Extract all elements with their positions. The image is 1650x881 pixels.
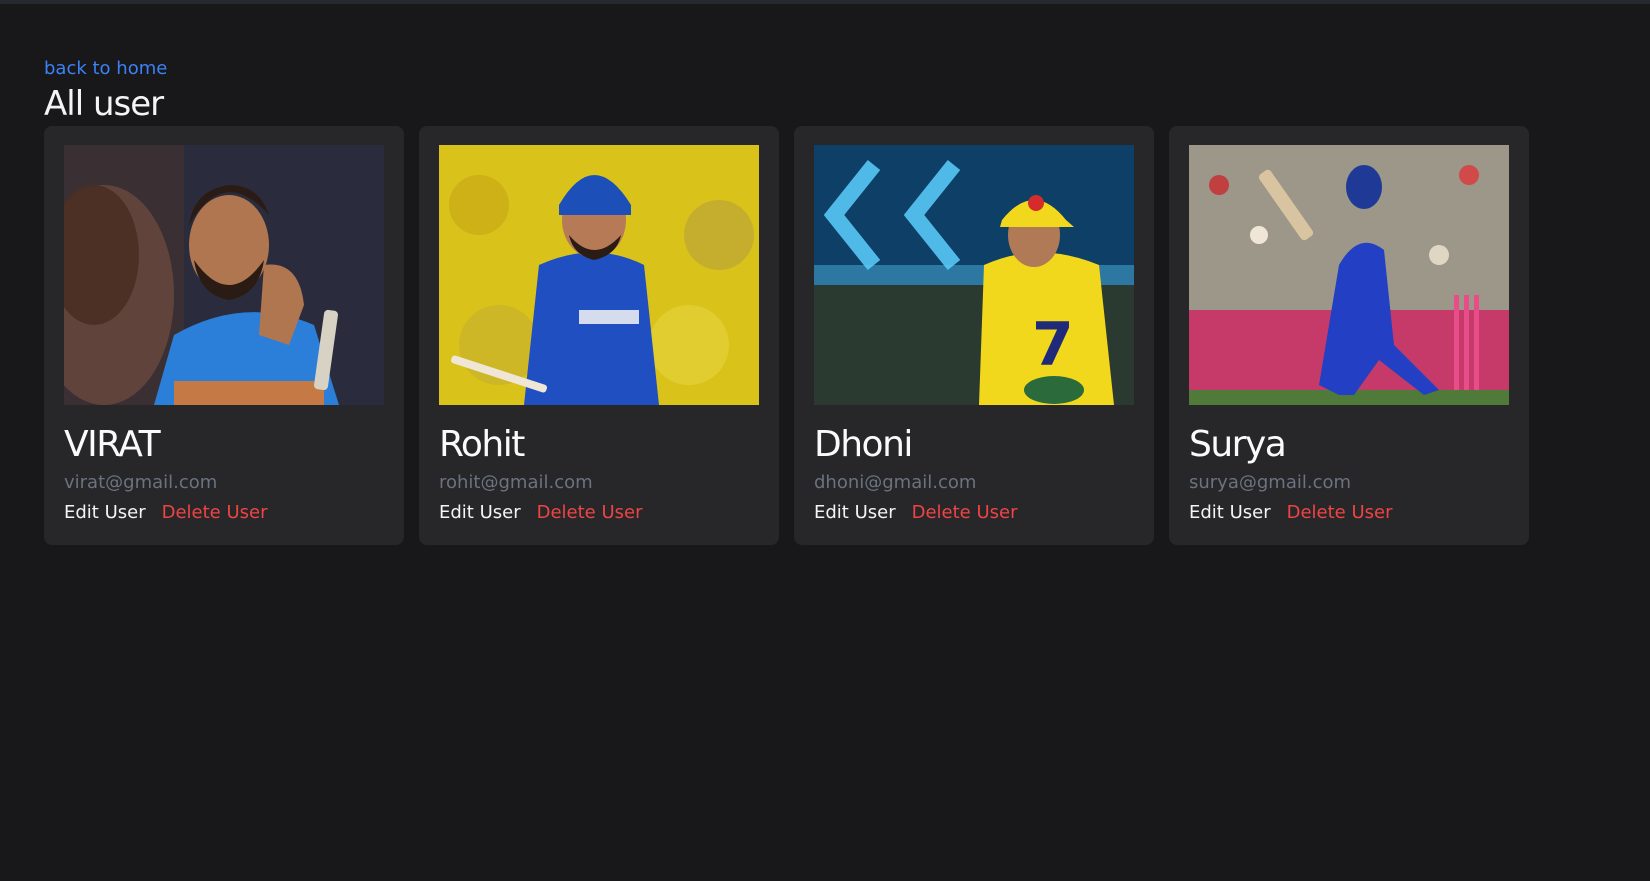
user-name: VIRAT xyxy=(64,424,161,465)
user-card: Rohit rohit@gmail.com Edit User Delete U… xyxy=(419,126,779,545)
edit-user-button[interactable]: Edit User xyxy=(64,501,146,525)
user-name: Dhoni xyxy=(814,424,913,465)
page-title: All user xyxy=(44,84,164,124)
user-name: Rohit xyxy=(439,424,525,465)
user-card-list: VIRAT virat@gmail.com Edit User Delete U… xyxy=(44,126,1624,545)
user-actions: Edit User Delete User xyxy=(439,501,759,525)
delete-user-button[interactable]: Delete User xyxy=(537,501,643,525)
user-card: Surya surya@gmail.com Edit User Delete U… xyxy=(1169,126,1529,545)
cricketer-photo-icon xyxy=(439,145,759,405)
user-email: rohit@gmail.com xyxy=(439,472,593,493)
user-card: VIRAT virat@gmail.com Edit User Delete U… xyxy=(44,126,404,545)
user-name: Surya xyxy=(1189,424,1287,465)
user-email: dhoni@gmail.com xyxy=(814,472,977,493)
user-photo xyxy=(64,145,384,405)
user-card: 7 Dhoni dhoni@gmail.com Edit User Delete… xyxy=(794,126,1154,545)
edit-user-button[interactable]: Edit User xyxy=(1189,501,1271,525)
edit-user-button[interactable]: Edit User xyxy=(439,501,521,525)
svg-text:7: 7 xyxy=(1032,310,1074,380)
user-photo: 7 xyxy=(814,145,1134,405)
user-photo xyxy=(439,145,759,405)
user-actions: Edit User Delete User xyxy=(814,501,1134,525)
cricketer-photo-icon: 7 xyxy=(814,145,1134,405)
cricketer-photo-icon xyxy=(1189,145,1509,405)
delete-user-button[interactable]: Delete User xyxy=(912,501,1018,525)
edit-user-button[interactable]: Edit User xyxy=(814,501,896,525)
user-actions: Edit User Delete User xyxy=(64,501,384,525)
user-actions: Edit User Delete User xyxy=(1189,501,1509,525)
back-to-home-link[interactable]: back to home xyxy=(44,56,167,82)
user-photo xyxy=(1189,145,1509,405)
users-page: back to home All user VIRAT virat@gmail.… xyxy=(44,56,1624,545)
delete-user-button[interactable]: Delete User xyxy=(162,501,268,525)
user-email: virat@gmail.com xyxy=(64,472,218,493)
delete-user-button[interactable]: Delete User xyxy=(1287,501,1393,525)
user-email: surya@gmail.com xyxy=(1189,472,1352,493)
cricketer-photo-icon xyxy=(64,145,384,405)
window-top-strip xyxy=(0,0,1650,4)
